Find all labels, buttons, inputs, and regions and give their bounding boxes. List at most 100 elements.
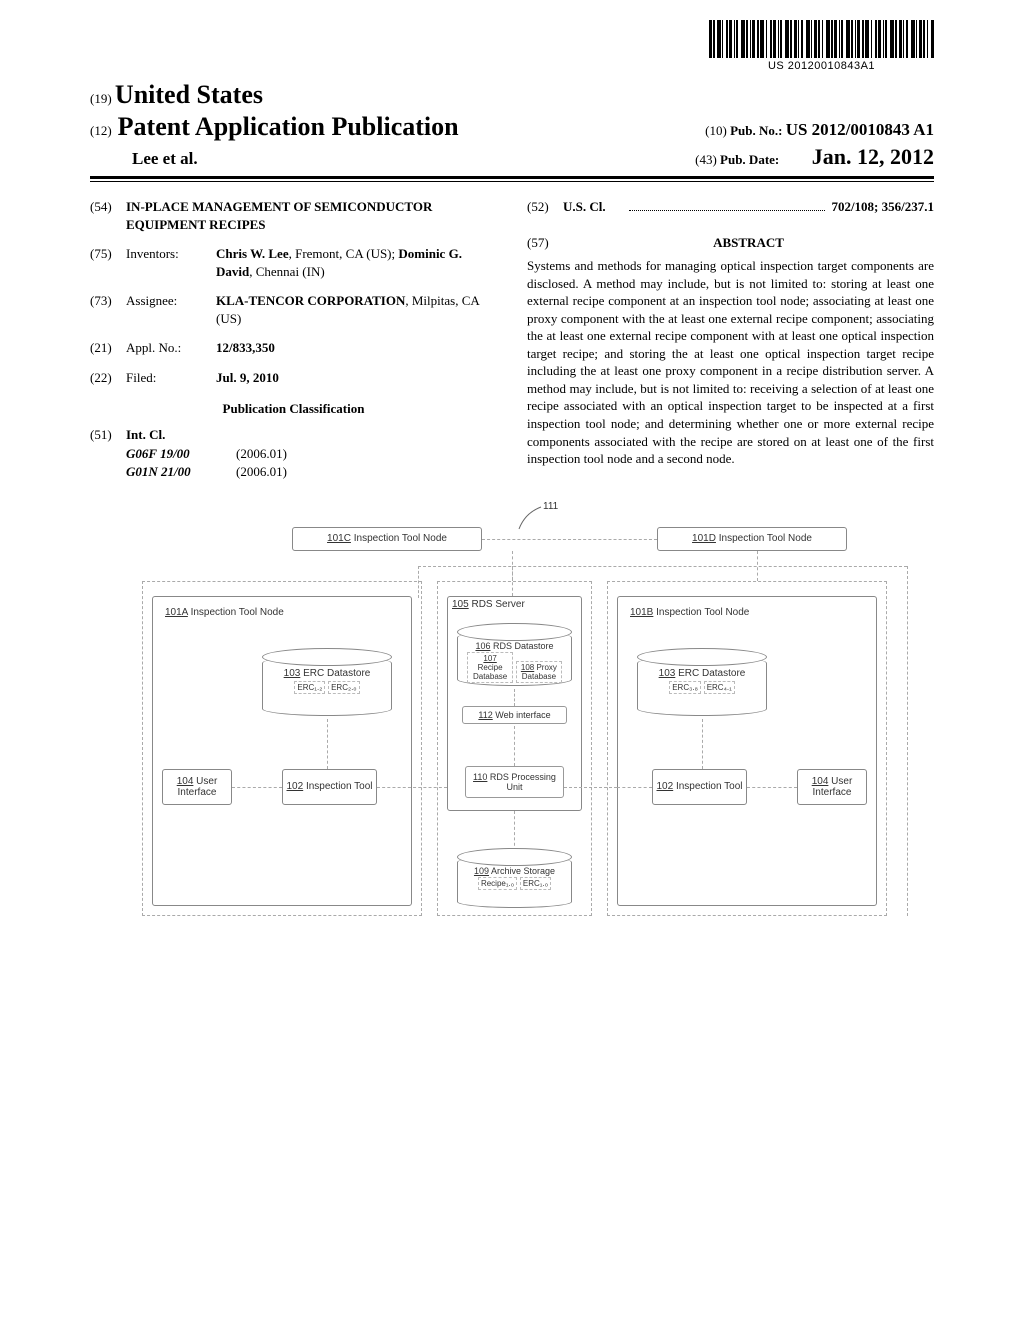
- arch109-label: Archive Storage: [489, 866, 555, 876]
- db107-label: Recipe Database: [473, 663, 507, 681]
- filed-label: Filed:: [126, 369, 216, 387]
- rds-server-ref: 105: [452, 599, 469, 610]
- datastore-103-right: 103 ERC Datastore ERC₃.₈ ERC₄.₁: [637, 656, 767, 716]
- pubno-label: Pub. No.:: [730, 123, 782, 138]
- intcl-1-symbol: G06F 19/00: [126, 445, 236, 463]
- tool102-label-right: Inspection Tool: [673, 781, 742, 792]
- connector: [907, 566, 908, 916]
- country-name: United States: [115, 80, 263, 109]
- db108-ref: 108: [521, 663, 534, 672]
- arch109-ref: 109: [474, 866, 489, 876]
- node-101b-label: Inspection Tool Node: [653, 607, 749, 618]
- doc-code: (12): [90, 123, 112, 139]
- node-101a-label: Inspection Tool Node: [188, 607, 284, 618]
- node-101b-ref: 101B: [630, 607, 653, 618]
- node-101c-label: Inspection Tool Node: [351, 533, 447, 544]
- intcl-1-version: (2006.01): [236, 445, 287, 463]
- filed-code: (22): [90, 369, 126, 387]
- appl-label: Appl. No.:: [126, 339, 216, 357]
- assignee-code: (73): [90, 292, 126, 327]
- ui104-ref-left: 104: [177, 776, 194, 787]
- assignee-value: KLA-TENCOR CORPORATION, Milpitas, CA (US…: [216, 292, 497, 327]
- connector: [482, 539, 657, 540]
- inventor-2-loc: , Chennai (IN): [249, 264, 324, 279]
- node-101d: 101D Inspection Tool Node: [657, 527, 847, 551]
- ds103-label-right: ERC Datastore: [675, 668, 745, 679]
- connector: [377, 787, 447, 788]
- appl-code: (21): [90, 339, 126, 357]
- title-code: (54): [90, 198, 126, 233]
- tool-102-right: 102 Inspection Tool: [652, 769, 747, 805]
- erc10: ERC₁.₀: [520, 877, 551, 890]
- abstract-heading: ABSTRACT: [563, 234, 934, 252]
- erc41: ERC₄.₁: [704, 681, 735, 694]
- ds106-label: RDS Datastore: [491, 641, 554, 651]
- tool-102-left: 102 Inspection Tool: [282, 769, 377, 805]
- country-code: (19): [90, 91, 112, 106]
- ds103-label-left: ERC Datastore: [300, 668, 370, 679]
- tool102-label-left: Inspection Tool: [303, 781, 372, 792]
- author-line: Lee et al.: [90, 149, 198, 169]
- uscl-value: 702/108; 356/237.1: [831, 198, 934, 216]
- connector: [747, 787, 797, 788]
- pubno-block: (10) Pub. No.: US 2012/0010843 A1: [705, 120, 934, 140]
- rds-server-label: RDS Server: [469, 599, 525, 610]
- intcl-2-version: (2006.01): [236, 463, 287, 481]
- intcl-2-symbol: G01N 21/00: [126, 463, 236, 481]
- node-101d-label: Inspection Tool Node: [716, 533, 812, 544]
- pubdate-value: Jan. 12, 2012: [812, 144, 934, 169]
- right-column: (52) U.S. Cl. 702/108; 356/237.1 (57) AB…: [527, 198, 934, 481]
- invention-title: IN-PLACE MANAGEMENT OF SEMICONDUCTOR EQU…: [126, 198, 497, 233]
- connector: [514, 811, 515, 851]
- connector: [702, 719, 703, 769]
- pu110-label: RDS Processing Unit: [487, 772, 556, 792]
- ref-111-label: 111: [543, 501, 558, 512]
- erc20: ERC₂.₀: [328, 681, 360, 694]
- pubno-value: US 2012/0010843 A1: [786, 120, 934, 139]
- pubdate-block: (43) Pub. Date: Jan. 12, 2012: [695, 144, 934, 170]
- datastore-103-left: 103 ERC Datastore ERC₁.₂ ERC₂.₀: [262, 656, 392, 716]
- rds-datastore: 106 RDS Datastore 107 Recipe Database 10…: [457, 631, 572, 686]
- pub-classification-heading: Publication Classification: [90, 400, 497, 418]
- filed-value: Jul. 9, 2010: [216, 370, 279, 385]
- connector: [514, 689, 515, 706]
- node-101b: 101B Inspection Tool Node: [617, 596, 877, 906]
- dotted-leader: [629, 199, 825, 211]
- intcl-code: (51): [90, 426, 126, 444]
- tool102-ref-left: 102: [287, 781, 304, 792]
- web-interface: 112 Web interface: [462, 706, 567, 724]
- uscl-label: U.S. Cl.: [563, 198, 623, 216]
- ui-104-right: 104 User Interface: [797, 769, 867, 805]
- node-101d-ref: 101D: [692, 533, 716, 544]
- intcl-label: Int. Cl.: [126, 427, 165, 442]
- erc38: ERC₃.₈: [669, 681, 701, 694]
- barcode-graphic: [709, 20, 934, 58]
- pubdate-label: Pub. Date:: [720, 152, 779, 167]
- ds106-ref: 106: [475, 641, 490, 651]
- ds103-ref-right: 103: [659, 668, 676, 679]
- appl-value: 12/833,350: [216, 340, 275, 355]
- recipe10: Recipe₁.₀: [478, 877, 517, 890]
- node-101a: 101A Inspection Tool Node: [152, 596, 412, 906]
- inventor-1-loc: , Fremont, CA (US);: [289, 246, 396, 261]
- ds103-ref-left: 103: [284, 668, 301, 679]
- node-101c: 101C Inspection Tool Node: [292, 527, 482, 551]
- node-101c-ref: 101C: [327, 533, 351, 544]
- tool102-ref-right: 102: [657, 781, 674, 792]
- erc12: ERC₁.₂: [294, 681, 325, 694]
- uscl-code: (52): [527, 198, 563, 216]
- left-column: (54) IN-PLACE MANAGEMENT OF SEMICONDUCTO…: [90, 198, 497, 481]
- pub-title: Patent Application Publication: [118, 112, 459, 142]
- connector: [617, 787, 652, 788]
- abstract-text: Systems and methods for managing optical…: [527, 257, 934, 468]
- barcode-label: US 20120010843A1: [709, 60, 934, 72]
- pubdate-code: (43): [695, 152, 717, 167]
- pubno-code: (10): [705, 123, 727, 138]
- connector: [418, 566, 907, 567]
- pu110-ref: 110: [473, 772, 487, 782]
- rds-processing-unit: 110 RDS Processing Unit: [465, 766, 564, 798]
- node-101a-ref: 101A: [165, 607, 188, 618]
- connector: [327, 719, 328, 769]
- divider-thick: [90, 176, 934, 179]
- assignee-label: Assignee:: [126, 292, 216, 327]
